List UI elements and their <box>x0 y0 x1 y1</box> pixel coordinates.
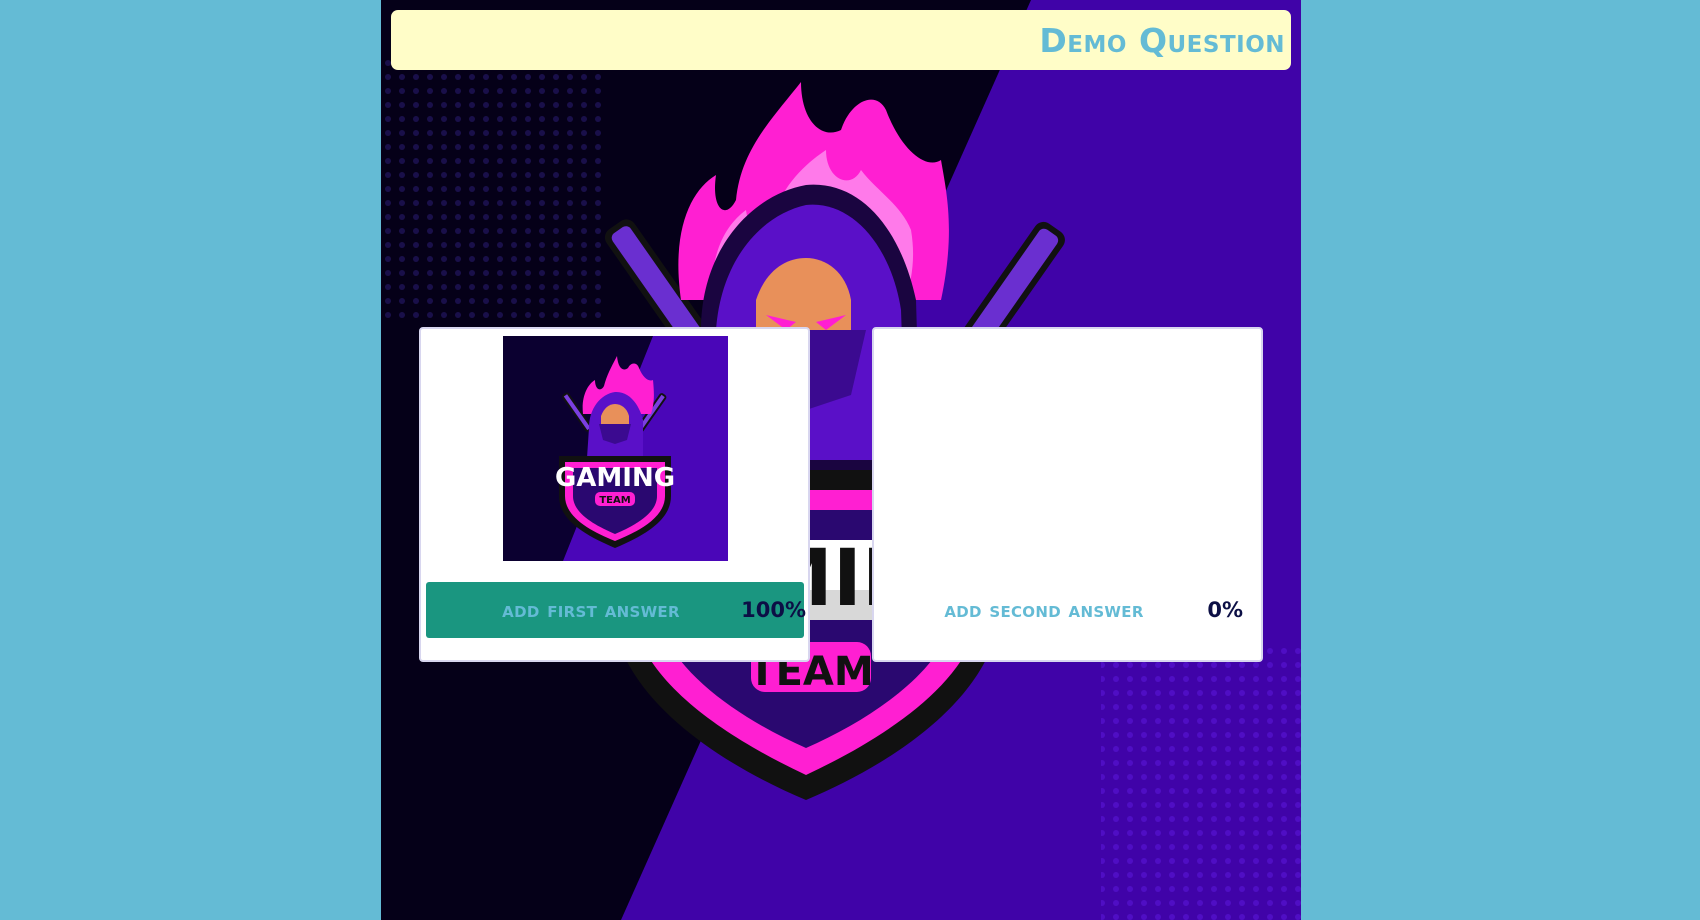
quiz-stage: GAMING TEAM Demo Question GAMING TEAM ad… <box>381 0 1301 920</box>
answer-card-1[interactable]: GAMING TEAM add first answer 100% <box>419 327 810 662</box>
svg-text:TEAM: TEAM <box>599 495 630 506</box>
answer-card-2[interactable]: add second answer 0% <box>872 327 1263 662</box>
answer-row-selected[interactable]: add first answer 100% <box>426 582 806 638</box>
answer-label: add first answer <box>502 598 680 622</box>
answer-percent: 100% <box>741 598 806 622</box>
answer-row[interactable]: add second answer 0% <box>879 582 1257 638</box>
answer-label: add second answer <box>944 598 1144 622</box>
gaming-logo-icon: GAMING TEAM <box>503 336 728 561</box>
question-header: Demo Question <box>391 10 1291 70</box>
answer-image: GAMING TEAM <box>503 336 728 561</box>
answer-percent: 0% <box>1207 598 1243 622</box>
question-title: Demo Question <box>1039 20 1285 60</box>
svg-text:GAMING: GAMING <box>555 463 675 493</box>
